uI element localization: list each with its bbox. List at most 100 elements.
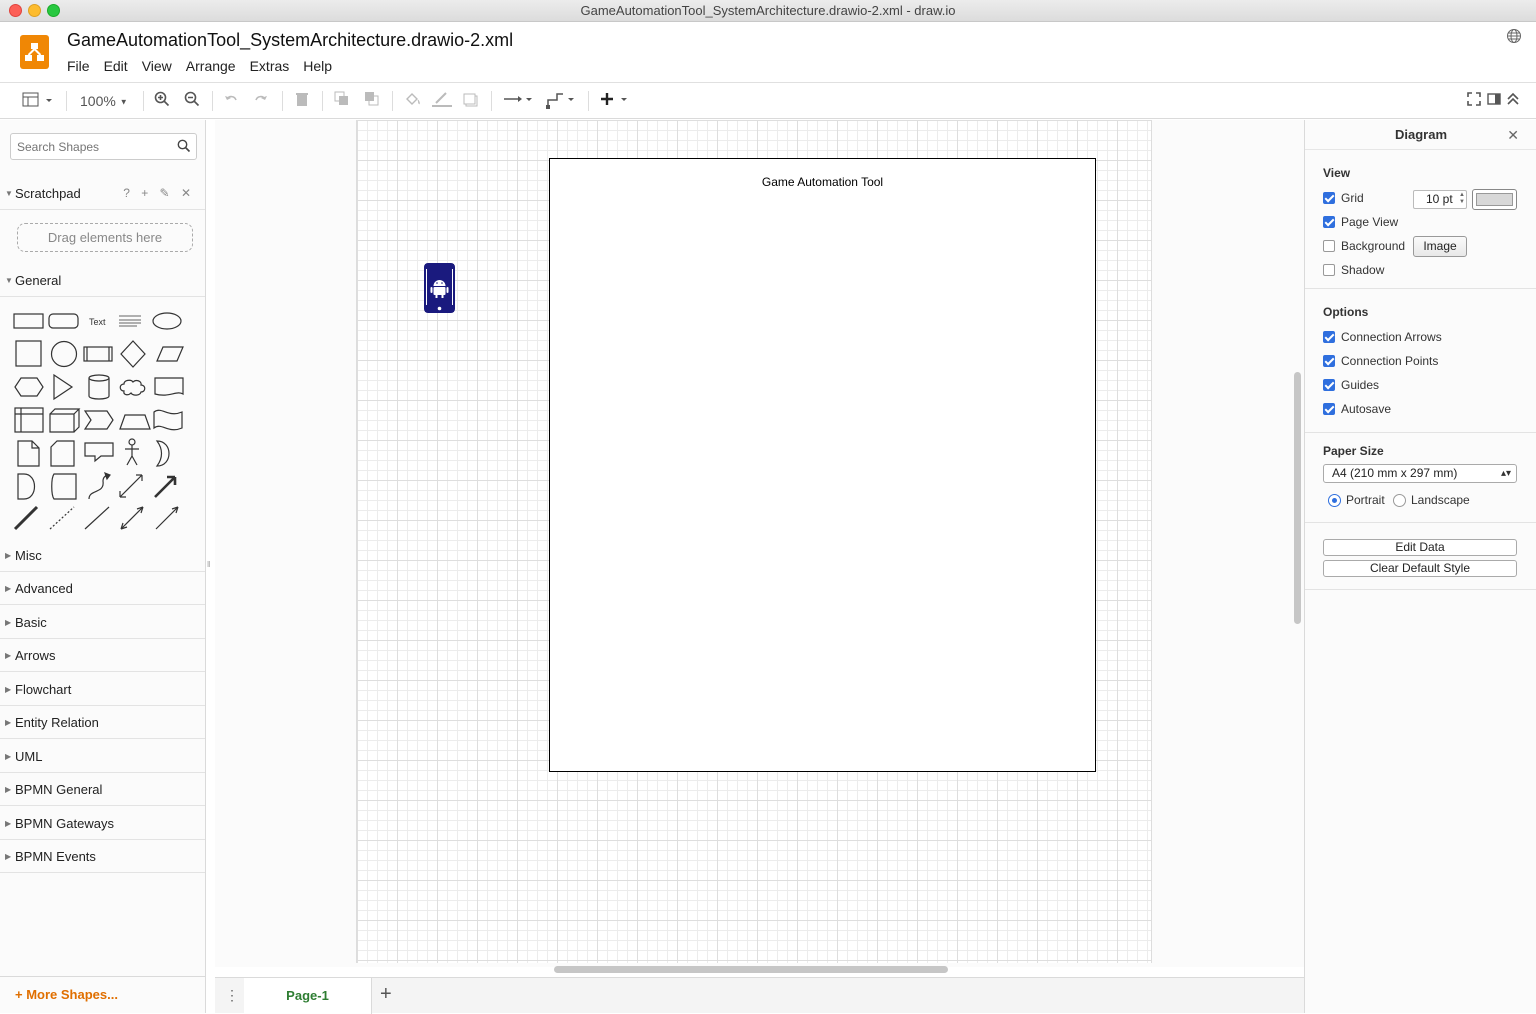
menu-help[interactable]: Help bbox=[303, 58, 332, 74]
menu-file[interactable]: File bbox=[67, 58, 90, 74]
diagram-canvas[interactable]: Game Automation Tool bbox=[215, 120, 1304, 967]
connection-arrows-checkbox[interactable] bbox=[1323, 331, 1335, 343]
section-uml[interactable]: ▶ UML bbox=[0, 740, 205, 773]
close-icon[interactable]: ✕ bbox=[1507, 120, 1519, 150]
fill-color-icon[interactable] bbox=[404, 91, 422, 111]
section-label: Entity Relation bbox=[15, 715, 99, 730]
waypoints-dropdown[interactable] bbox=[545, 91, 577, 111]
horizontal-scrollbar[interactable] bbox=[554, 966, 948, 973]
delete-icon[interactable] bbox=[294, 91, 310, 111]
tape-shape bbox=[153, 409, 183, 431]
image-button[interactable]: Image bbox=[1413, 236, 1467, 257]
vertical-scrollbar[interactable] bbox=[1294, 372, 1301, 624]
view-panels-button[interactable] bbox=[22, 91, 54, 111]
menu-arrange[interactable]: Arrange bbox=[186, 58, 236, 74]
redo-icon[interactable] bbox=[253, 91, 269, 111]
section-label: Arrows bbox=[15, 648, 56, 663]
to-back-icon[interactable] bbox=[364, 91, 380, 111]
more-shapes-button[interactable]: + More Shapes... bbox=[15, 987, 118, 1002]
chevron-right-icon: ▶ bbox=[5, 685, 12, 694]
toolbar: 100% ▼ bbox=[0, 83, 1536, 119]
menu-extras[interactable]: Extras bbox=[250, 58, 290, 74]
paper-size-section-label: Paper Size bbox=[1323, 444, 1384, 458]
stepper-arrows-icon[interactable]: ▲ ▼ bbox=[1459, 192, 1465, 206]
autosave-option[interactable]: Autosave bbox=[1323, 401, 1391, 417]
section-bpmn-general[interactable]: ▶ BPMN General bbox=[0, 773, 205, 806]
section-advanced[interactable]: ▶ Advanced bbox=[0, 572, 205, 605]
insert-dropdown[interactable] bbox=[599, 91, 631, 111]
menu-edit[interactable]: Edit bbox=[104, 58, 128, 74]
background-option[interactable]: Background bbox=[1323, 238, 1405, 254]
rounded-rectangle-shape bbox=[48, 313, 79, 329]
sidebar-splitter-handle[interactable]: ‖ bbox=[207, 560, 210, 569]
document-title[interactable]: GameAutomationTool_SystemArchitecture.dr… bbox=[67, 30, 513, 51]
section-entity-relation[interactable]: ▶ Entity Relation bbox=[0, 706, 205, 739]
section-misc[interactable]: ▶ Misc bbox=[0, 539, 205, 572]
step-shape bbox=[83, 410, 114, 430]
section-label: Basic bbox=[15, 615, 47, 630]
general-header[interactable]: ▼ General bbox=[0, 264, 205, 297]
scratchpad-actions[interactable]: ? + ✎ ✕ bbox=[123, 177, 195, 210]
section-flowchart[interactable]: ▶ Flowchart bbox=[0, 673, 205, 706]
connection-style-dropdown[interactable] bbox=[503, 91, 535, 111]
grid-size-stepper[interactable]: 10 pt ▲ ▼ bbox=[1413, 190, 1467, 209]
container-label[interactable]: Game Automation Tool bbox=[550, 175, 1095, 189]
general-shapes-palette[interactable]: Text bbox=[9, 305, 199, 535]
line-color-icon[interactable] bbox=[432, 91, 452, 111]
connection-arrows-option[interactable]: Connection Arrows bbox=[1323, 329, 1442, 345]
portrait-option[interactable]: Portrait bbox=[1328, 492, 1385, 508]
to-front-icon[interactable] bbox=[334, 91, 350, 111]
guides-checkbox[interactable] bbox=[1323, 379, 1335, 391]
search-shapes-input[interactable] bbox=[11, 134, 171, 159]
grid-checkbox[interactable] bbox=[1323, 192, 1335, 204]
collapse-toolbar-icon[interactable] bbox=[1506, 91, 1520, 111]
shadow-icon[interactable] bbox=[463, 91, 479, 111]
grid-option[interactable]: Grid bbox=[1323, 190, 1364, 206]
internal-storage-shape bbox=[14, 407, 44, 433]
grid-color-swatch[interactable] bbox=[1472, 189, 1517, 210]
undo-icon[interactable] bbox=[223, 91, 239, 111]
maximize-window-button[interactable] bbox=[47, 4, 60, 17]
guides-option[interactable]: Guides bbox=[1323, 377, 1379, 393]
rectangle-shape bbox=[13, 313, 44, 329]
add-page-icon[interactable]: + bbox=[380, 983, 392, 1006]
landscape-radio[interactable] bbox=[1393, 493, 1406, 507]
close-window-button[interactable] bbox=[9, 4, 22, 17]
format-panel-toggle-icon[interactable] bbox=[1487, 91, 1501, 111]
pages-menu-icon[interactable]: ⋮ bbox=[225, 987, 239, 1004]
edit-data-button[interactable]: Edit Data bbox=[1323, 539, 1517, 556]
paper-size-select[interactable]: A4 (210 mm x 297 mm) ▴▾ bbox=[1323, 464, 1517, 483]
page-view-checkbox[interactable] bbox=[1323, 216, 1335, 228]
landscape-option[interactable]: Landscape bbox=[1393, 492, 1470, 508]
paper-size-value: A4 (210 mm x 297 mm) bbox=[1332, 466, 1458, 480]
portrait-radio[interactable] bbox=[1328, 493, 1341, 507]
connection-points-checkbox[interactable] bbox=[1323, 355, 1335, 367]
menu-view[interactable]: View bbox=[142, 58, 172, 74]
window-title: GameAutomationTool_SystemArchitecture.dr… bbox=[580, 3, 956, 18]
section-basic[interactable]: ▶ Basic bbox=[0, 606, 205, 639]
fullscreen-icon[interactable] bbox=[1467, 91, 1481, 111]
page-view-option[interactable]: Page View bbox=[1323, 214, 1398, 230]
autosave-checkbox[interactable] bbox=[1323, 403, 1335, 415]
zoom-in-icon[interactable] bbox=[154, 91, 170, 111]
language-globe-icon[interactable] bbox=[1506, 28, 1522, 48]
zoom-out-icon[interactable] bbox=[184, 91, 200, 111]
section-bpmn-gateways[interactable]: ▶ BPMN Gateways bbox=[0, 807, 205, 840]
minimize-window-button[interactable] bbox=[28, 4, 41, 17]
game-automation-tool-container[interactable]: Game Automation Tool bbox=[549, 158, 1096, 772]
zoom-value: 100% bbox=[80, 93, 116, 109]
tab-page-1[interactable]: Page-1 bbox=[244, 978, 372, 1014]
zoom-dropdown[interactable]: 100% ▼ bbox=[80, 91, 128, 111]
shadow-option[interactable]: Shadow bbox=[1323, 262, 1384, 278]
scratchpad-header[interactable]: ▼ Scratchpad ? + ✎ ✕ bbox=[0, 177, 205, 210]
clear-default-style-button[interactable]: Clear Default Style bbox=[1323, 560, 1517, 577]
background-checkbox[interactable] bbox=[1323, 240, 1335, 252]
connection-points-label: Connection Points bbox=[1341, 354, 1439, 368]
section-arrows[interactable]: ▶ Arrows bbox=[0, 639, 205, 672]
shadow-checkbox[interactable] bbox=[1323, 264, 1335, 276]
scratchpad-dropzone[interactable]: Drag elements here bbox=[17, 223, 193, 252]
search-icon[interactable] bbox=[177, 139, 191, 156]
section-bpmn-events[interactable]: ▶ BPMN Events bbox=[0, 840, 205, 873]
android-phone-icon[interactable] bbox=[424, 263, 455, 313]
connection-points-option[interactable]: Connection Points bbox=[1323, 353, 1438, 369]
